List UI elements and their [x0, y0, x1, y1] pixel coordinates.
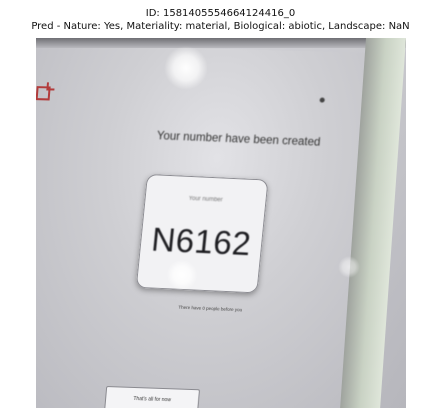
glare-right — [338, 256, 360, 278]
people-before-text: There have 0 people before you — [178, 304, 243, 313]
prediction-caption: Pred - Nature: Yes, Materiality: materia… — [31, 21, 410, 32]
brand-logo-icon — [36, 86, 51, 101]
screen-heading: Your number have been created — [156, 130, 321, 149]
done-button[interactable]: That's all for now — [104, 386, 201, 408]
tablet-bezel-top — [36, 38, 406, 48]
queue-number: N6162 — [149, 220, 253, 262]
glare-card — [166, 260, 198, 290]
status-dot-icon — [319, 97, 325, 103]
card-label: Your number — [188, 195, 223, 204]
tablet-screen: Your number have been created Your numbe… — [36, 44, 381, 408]
tablet-photo: Your number have been created Your numbe… — [36, 38, 406, 408]
number-card: Your number N6162 — [135, 173, 269, 294]
glare-top — [164, 46, 208, 90]
image-id-caption: ID: 1581405554664124416_0 — [145, 8, 296, 19]
